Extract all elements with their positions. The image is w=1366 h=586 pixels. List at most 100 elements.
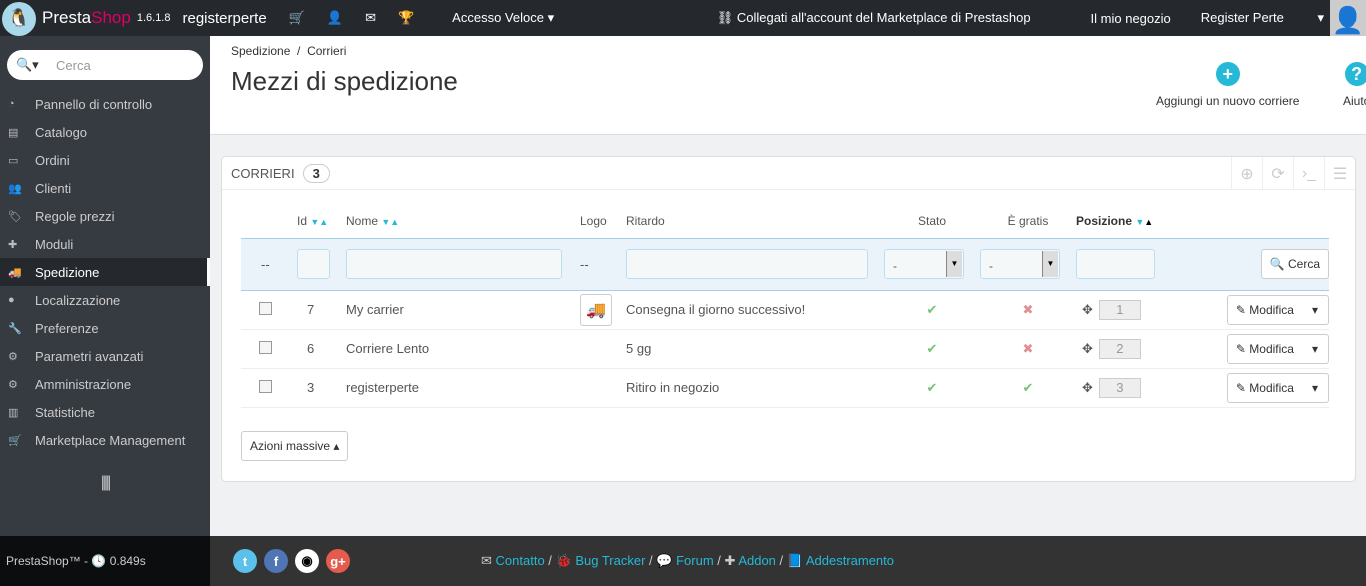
filter-name-input[interactable] — [346, 249, 562, 279]
filter-free-select[interactable]: - ▼ — [980, 249, 1060, 279]
status-check-icon[interactable]: ✔ — [927, 302, 938, 317]
sidebar-item[interactable]: ▤ Catalogo — [0, 118, 210, 146]
carrier-name[interactable]: Corriere Lento — [346, 329, 580, 369]
help-button[interactable]: ?Aiuto — [1343, 62, 1366, 108]
contact-link[interactable]: Contatto — [496, 553, 545, 568]
sidebar-item[interactable]: ◔ Pannello di controllo — [0, 90, 210, 118]
collapse-menu-button[interactable]: |||| — [0, 474, 210, 492]
edit-button[interactable]: ✎ Modifica ▾ — [1226, 294, 1329, 325]
sidebar-item[interactable]: ● Localizzazione — [0, 286, 210, 314]
truck-icon: 🚚 — [8, 266, 22, 279]
filter-status-select[interactable]: - ▼ — [884, 249, 964, 279]
search-button[interactable]: 🔍 Cerca — [1260, 249, 1329, 279]
sidebar-item[interactable]: 🔧 Preferenze — [0, 314, 210, 342]
breadcrumb-item[interactable]: Corrieri — [307, 44, 346, 58]
column-position[interactable]: Posizione ▼▲ — [1076, 205, 1216, 238]
cart-icon[interactable]: 🛒 — [289, 10, 305, 26]
database-icon[interactable]: ☰ — [1324, 157, 1355, 190]
credit-card-icon: ▭ — [8, 154, 19, 167]
forum-link[interactable]: Forum — [676, 553, 714, 568]
chevron-down-icon: ▼ — [1042, 251, 1058, 277]
wrench-icon: 🔧 — [8, 322, 22, 335]
add-icon[interactable]: ⊕ — [1231, 157, 1262, 190]
quick-access-menu[interactable]: Accesso Veloce ▾ — [452, 10, 554, 26]
column-id[interactable]: Id ▼▲ — [297, 205, 346, 238]
filter-position-input[interactable] — [1076, 249, 1155, 279]
footer-links: ✉ Contatto / 🐞 Bug Tracker / 💬 Forum / ✚… — [481, 553, 895, 568]
filter-delay-input[interactable] — [626, 249, 868, 279]
dashboard-icon: ◔ — [8, 98, 15, 110]
sidebar-item[interactable]: ▥ Statistiche — [0, 398, 210, 426]
drag-move-icon[interactable]: ✥ — [1082, 302, 1093, 317]
carriers-panel: CORRIERI 3 ⊕ ⟳ ›_ ☰ Id ▼▲ Nome ▼▲ Logo Ri… — [221, 156, 1356, 482]
cogs-icon: ⚙ — [8, 350, 18, 363]
facebook-icon[interactable]: f — [264, 549, 288, 573]
row-checkbox[interactable] — [259, 379, 272, 393]
sidebar-item[interactable]: 🛒 Marketplace Management — [0, 426, 210, 454]
sidebar-item[interactable]: 🏷 Regole prezzi — [0, 202, 210, 230]
edit-button[interactable]: ✎ Modifica ▾ — [1226, 372, 1329, 403]
sql-terminal-icon[interactable]: ›_ — [1293, 157, 1324, 190]
carrier-name[interactable]: registerperte — [346, 368, 580, 408]
sidebar-item-label: Clienti — [35, 180, 72, 196]
sidebar-item[interactable]: ✚ Moduli — [0, 230, 210, 258]
free-check-icon[interactable]: ✔ — [1023, 380, 1034, 395]
column-status: Stato — [917, 214, 947, 229]
cog-icon: ⚙ — [8, 378, 18, 391]
cart-icon: 🛒 — [8, 434, 22, 447]
sidebar-item-label: Moduli — [35, 236, 74, 252]
sidebar-item-label: Marketplace Management — [35, 432, 186, 448]
sidebar-item[interactable]: ▭ Ordini — [0, 146, 210, 174]
carrier-delay: 5 gg — [626, 329, 884, 369]
envelope-icon: ✉ — [481, 553, 492, 568]
filter-dash: -- — [241, 237, 297, 291]
row-checkbox[interactable] — [259, 301, 272, 315]
filter-id-input[interactable] — [297, 249, 330, 279]
bug-tracker-link[interactable]: Bug Tracker — [575, 553, 645, 568]
status-check-icon[interactable]: ✔ — [927, 341, 938, 356]
google-plus-icon[interactable]: g+ — [326, 549, 350, 573]
edit-button[interactable]: ✎ Modifica ▾ — [1226, 333, 1329, 364]
trophy-icon[interactable]: 🏆 — [398, 10, 414, 26]
sidebar-item[interactable]: 👥 Clienti — [0, 174, 210, 202]
sidebar-item[interactable]: 🚚 Spedizione — [0, 258, 210, 286]
refresh-icon[interactable]: ⟳ — [1262, 157, 1293, 190]
bug-icon: 🐞 — [555, 553, 572, 568]
column-name[interactable]: Nome ▼▲ — [346, 205, 580, 238]
row-checkbox[interactable] — [259, 340, 272, 354]
free-cross-icon[interactable]: ✖ — [1023, 341, 1034, 356]
sidebar-item[interactable]: ⚙ Parametri avanzati — [0, 342, 210, 370]
comments-icon: 💬 — [656, 553, 673, 568]
status-check-icon[interactable]: ✔ — [927, 380, 938, 395]
breadcrumb-item[interactable]: Spedizione — [231, 44, 290, 58]
sidebar-item[interactable]: ⚙ Amministrazione — [0, 370, 210, 398]
addon-link[interactable]: Addon — [738, 553, 776, 568]
envelope-icon[interactable]: ✉ — [365, 10, 376, 26]
add-carrier-button[interactable]: + Aggiungi un nuovo corriere — [1156, 62, 1299, 108]
prestashop-logo[interactable]: 🐧 — [2, 1, 36, 36]
drag-move-icon[interactable]: ✥ — [1082, 341, 1093, 356]
avatar[interactable]: 👤 — [1330, 0, 1366, 36]
marketplace-link[interactable]: ⛓ Collegati all'account del Marketplace … — [717, 10, 1061, 26]
github-icon[interactable]: ◉ — [295, 549, 319, 573]
search-icon[interactable]: 🔍▾ — [16, 57, 56, 73]
user-icon[interactable]: 👤 — [327, 10, 343, 26]
panel-title: CORRIERI — [231, 165, 295, 181]
my-shop-link[interactable]: Il mio negozio — [1091, 11, 1171, 26]
sidebar-item-label: Preferenze — [35, 320, 99, 336]
twitter-icon[interactable]: t — [233, 549, 257, 573]
page-title: Mezzi di spedizione — [231, 66, 458, 96]
carrier-name[interactable]: My carrier — [346, 290, 580, 330]
drag-move-icon[interactable]: ✥ — [1082, 380, 1093, 395]
free-cross-icon[interactable]: ✖ — [1023, 302, 1034, 317]
shop-name[interactable]: registerperte — [182, 10, 266, 27]
search-input[interactable]: 🔍▾ Cerca — [7, 50, 203, 80]
carrier-delay: Ritiro in negozio — [626, 368, 884, 408]
carrier-id: 7 — [297, 290, 346, 330]
user-menu[interactable]: Register Perte ▾ — [1201, 10, 1324, 26]
bulk-actions-button[interactable]: Azioni massive ▴ — [241, 431, 349, 461]
caret-down-icon[interactable]: ▾ — [1294, 303, 1328, 317]
training-link[interactable]: Addestramento — [806, 553, 894, 568]
caret-down-icon[interactable]: ▾ — [1294, 381, 1328, 395]
caret-down-icon[interactable]: ▾ — [1294, 342, 1328, 356]
